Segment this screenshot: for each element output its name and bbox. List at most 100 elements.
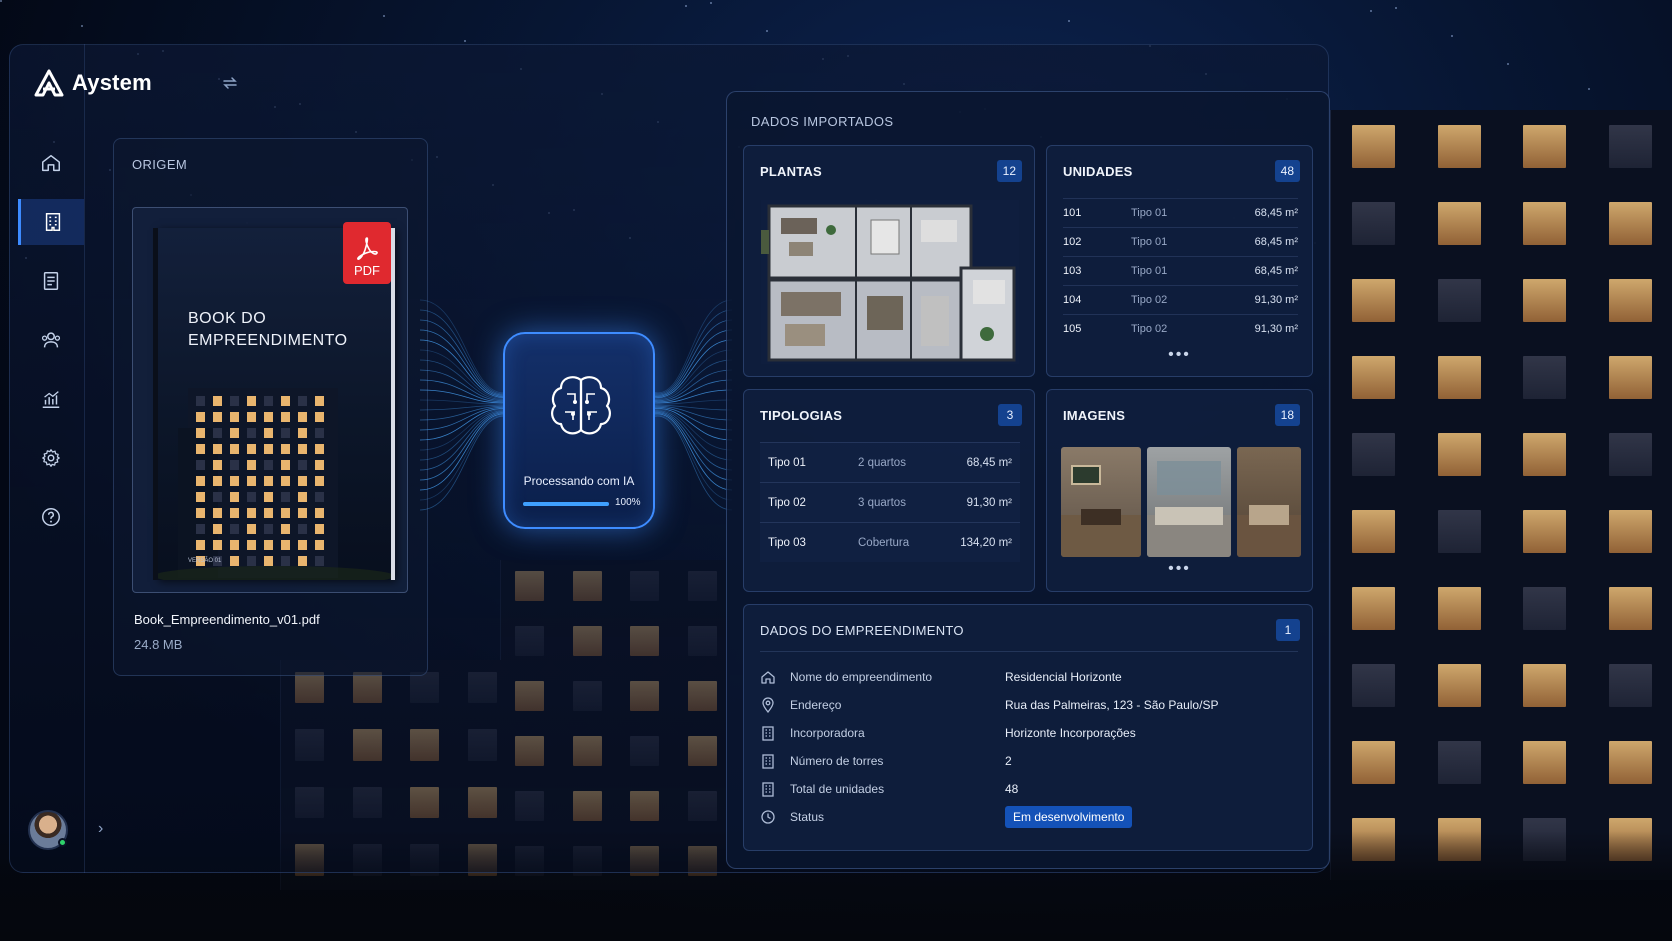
- book-cover-window: [213, 444, 222, 454]
- unidades-card[interactable]: UNIDADES 48 ••• 101 Tipo 01 68,45 m² 102 Tip…: [1046, 145, 1313, 377]
- building-window: [1352, 279, 1396, 322]
- tipologia-row[interactable]: Tipo 03 Cobertura 134,20 m²: [760, 522, 1020, 562]
- dados-row: Nome do empreendimento Residencial Horizo…: [760, 662, 1298, 692]
- chevron-right-icon[interactable]: ›: [98, 820, 103, 838]
- unidade-row[interactable]: 101 Tipo 01 68,45 m²: [1063, 198, 1298, 227]
- building-window: [1608, 202, 1652, 245]
- book-cover-window: [196, 476, 205, 486]
- nav-settings[interactable]: [18, 435, 84, 481]
- building-window: [1352, 202, 1396, 245]
- origin-label: ORIGEM: [132, 157, 188, 172]
- tipologia-row[interactable]: Tipo 02 3 quartos 91,30 m²: [760, 482, 1020, 522]
- building-window: [1352, 433, 1396, 476]
- dados-value: Rua das Palmeiras, 123 - São Paulo/SP: [1005, 698, 1219, 712]
- pdf-badge-label: PDF: [354, 263, 380, 278]
- flow-line: [420, 406, 510, 431]
- star: [1451, 35, 1453, 37]
- book-cover-building-illustration: [158, 388, 391, 580]
- nav-help[interactable]: [18, 494, 84, 540]
- imagens-more-button[interactable]: •••: [1047, 560, 1312, 578]
- book-cover-window: [315, 444, 324, 454]
- unidade-unit: 101: [1063, 207, 1082, 219]
- tipologia-desc: Cobertura: [858, 536, 910, 549]
- unidade-unit: 104: [1063, 294, 1082, 306]
- unidade-type: Tipo 02: [1131, 294, 1168, 306]
- book-cover-window: [281, 428, 290, 438]
- flow-line: [652, 359, 732, 400]
- dados-empreendimento-card: DADOS DO EMPREENDIMENTO 1 Nome do empree…: [743, 604, 1313, 851]
- home-icon: [42, 154, 60, 172]
- book-cover-window: [315, 540, 324, 550]
- book-preview[interactable]: BOOK DO EMPREENDIMENTO VERSÃO 01 PDF: [132, 207, 408, 593]
- book-cover-window: [196, 428, 205, 438]
- building-window: [1608, 433, 1652, 476]
- nav-analytics[interactable]: [18, 376, 84, 422]
- book-cover-window: [315, 556, 324, 566]
- interior-thumbnail-dining[interactable]: [1061, 447, 1141, 557]
- dados-row: Número de torres 2: [760, 746, 1298, 776]
- flow-line: [652, 339, 732, 398]
- book-cover-window: [264, 524, 273, 534]
- unidade-row[interactable]: 103 Tipo 01 68,45 m²: [1063, 256, 1298, 285]
- unidade-row[interactable]: 102 Tipo 01 68,45 m²: [1063, 227, 1298, 256]
- book-cover-window: [213, 476, 222, 486]
- book-cover-window: [230, 492, 239, 502]
- flow-line: [420, 329, 510, 397]
- origin-card: ORIGEM BOOK DO EMPREENDIMENTO VERSÃO 01 …: [113, 138, 428, 676]
- nav-users[interactable]: [18, 317, 84, 363]
- book-cover-window: [264, 396, 273, 406]
- book-cover-window: [213, 508, 222, 518]
- building-window: [1437, 510, 1481, 553]
- dados-row: Total de unidades 48: [760, 774, 1298, 804]
- aystem-logo-icon: [34, 69, 64, 97]
- building-window: [1437, 202, 1481, 245]
- book-cover-window: [196, 524, 205, 534]
- building-window: [1608, 741, 1652, 784]
- tipologia-row[interactable]: Tipo 01 2 quartos 68,45 m²: [760, 442, 1020, 482]
- book-cover-window: [264, 540, 273, 550]
- unidades-count-badge: 48: [1274, 160, 1300, 182]
- data-flow-right: [652, 299, 732, 511]
- unidade-row[interactable]: 104 Tipo 02 91,30 m²: [1063, 285, 1298, 314]
- book-cover-window: [230, 460, 239, 470]
- nav-buildings[interactable]: [18, 199, 84, 245]
- book-cover-window: [298, 524, 307, 534]
- dados-count-badge: 1: [1276, 619, 1300, 641]
- tipologias-title: TIPOLOGIAS: [760, 408, 843, 423]
- book-cover-window: [315, 524, 324, 534]
- brand[interactable]: Aystem: [34, 68, 152, 98]
- book-cover-window: [315, 412, 324, 422]
- book-cover-window: [213, 412, 222, 422]
- unidade-type: Tipo 01: [1131, 236, 1168, 248]
- chart-icon: [42, 391, 60, 408]
- building-window: [1523, 125, 1567, 168]
- unidade-unit: 103: [1063, 265, 1082, 277]
- unidade-row[interactable]: 105 Tipo 02 91,30 m²: [1063, 314, 1298, 343]
- file-name: Book_Empreendimento_v01.pdf: [134, 612, 320, 627]
- book-cover-window: [247, 476, 256, 486]
- building-window: [1352, 125, 1396, 168]
- building-window: [1437, 433, 1481, 476]
- brain-icon: [551, 376, 611, 435]
- tipologias-card[interactable]: TIPOLOGIAS 3 Tipo 01 2 quartos 68,45 m² Tip…: [743, 389, 1035, 592]
- plantas-count-badge: 12: [996, 160, 1022, 182]
- star: [1395, 7, 1397, 9]
- book-cover-window: [281, 508, 290, 518]
- imagens-card[interactable]: IMAGENS 18 •••: [1046, 389, 1313, 592]
- ai-progress-fill: [523, 502, 609, 506]
- nav-documents[interactable]: [18, 258, 84, 304]
- pdf-acrobat-icon: [357, 237, 378, 260]
- building-window: [1437, 664, 1481, 707]
- book-cover-window: [264, 412, 273, 422]
- interior-thumbnail-living[interactable]: [1147, 447, 1231, 557]
- floor-plan-image[interactable]: [761, 200, 1019, 364]
- unidades-more-button[interactable]: •••: [1047, 346, 1312, 364]
- book-cover-window: [230, 556, 239, 566]
- sync-toggle-icon[interactable]: [221, 74, 239, 92]
- nav-home[interactable]: [18, 140, 84, 186]
- star: [1507, 63, 1509, 65]
- star: [1588, 88, 1590, 90]
- building-window: [1523, 279, 1567, 322]
- interior-thumbnail-bedroom[interactable]: [1237, 447, 1301, 557]
- plantas-card[interactable]: PLANTAS 12: [743, 145, 1035, 377]
